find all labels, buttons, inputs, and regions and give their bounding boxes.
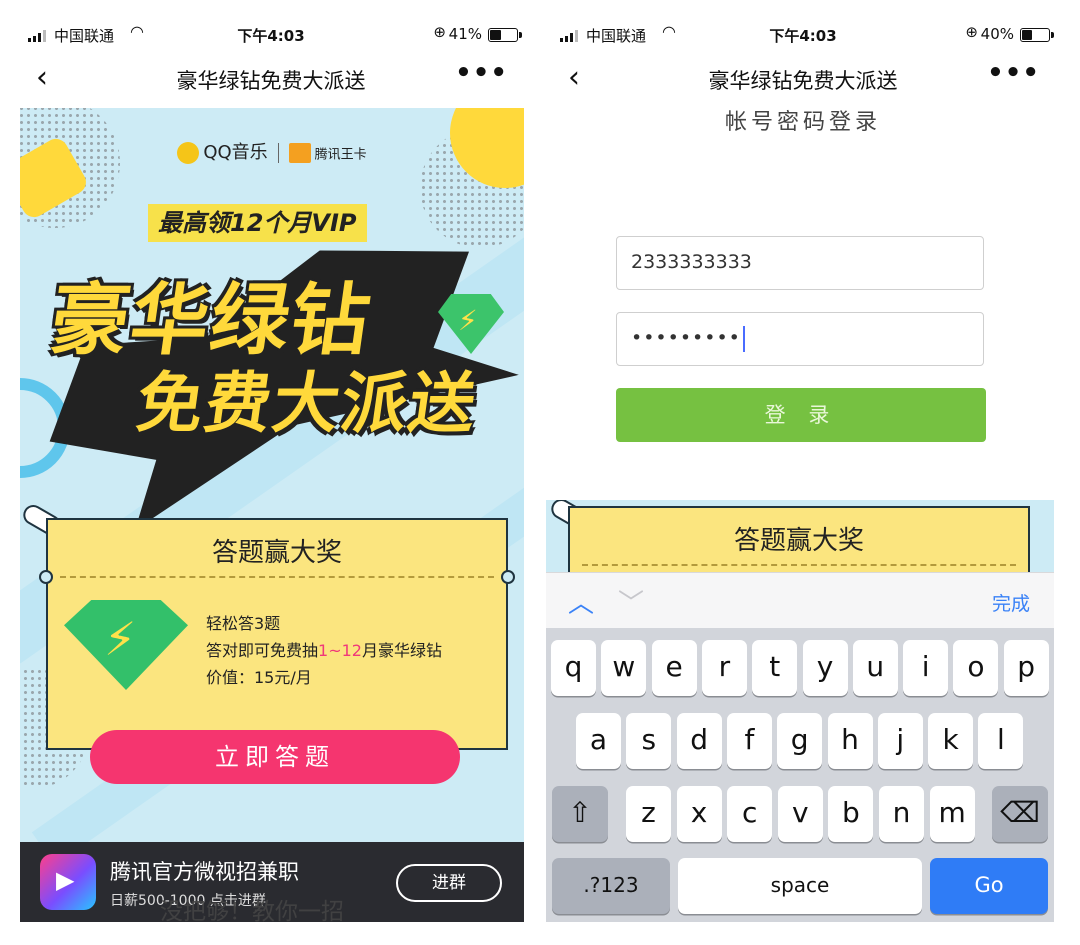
login-header: 帐号密码登录 xyxy=(724,110,881,135)
login-button[interactable]: 登 录 xyxy=(616,388,986,442)
key-g[interactable]: g xyxy=(777,713,823,769)
start-quiz-button[interactable]: 立即答题 xyxy=(90,730,460,784)
quiz-line-2: 答对即可免费抽1~12月豪华绿钻 xyxy=(206,641,442,660)
quiz-card: 答题赢大奖 xyxy=(568,506,1030,572)
key-j[interactable]: j xyxy=(877,713,923,769)
key-e[interactable]: e xyxy=(651,640,697,696)
quiz-card-body: 轻松答3题 答对即可免费抽1~12月豪华绿钻 价值：15元/月 xyxy=(206,610,442,691)
brand-qq-music: QQ音乐 xyxy=(203,142,268,163)
battery-icon xyxy=(1020,28,1054,42)
big-title-line2: 免费大派送 xyxy=(131,365,483,442)
key-l[interactable]: l xyxy=(978,713,1024,769)
quiz-card-title: 答题赢大奖 xyxy=(733,526,864,556)
key-y[interactable]: y xyxy=(802,640,848,696)
nav-bar: ‹ 豪华绿钻免费大派送 ••• xyxy=(546,56,1060,100)
quiz-card-title: 答题赢大奖 xyxy=(211,538,342,568)
battery-percent: 41% xyxy=(448,25,482,43)
left-phone-screen: 中国联通 ◠ 下午4:03 ⊕ 41% ‹ 豪华绿钻免费大派送 ••• QQ音乐… xyxy=(14,0,528,945)
status-bar: 中国联通 ◠ 下午4:03 ⊕ 41% xyxy=(14,22,528,48)
password-input[interactable]: ••••••••• xyxy=(616,312,984,366)
space-key[interactable]: space xyxy=(678,858,922,914)
more-dots-icon[interactable]: ••• xyxy=(455,58,508,88)
key-c[interactable]: c xyxy=(727,786,773,842)
quiz-line-3: 价值：15元/月 xyxy=(206,668,312,687)
brand-bar: QQ音乐 腾讯王卡 xyxy=(20,138,524,164)
shift-key-icon[interactable]: ⇧ xyxy=(552,786,608,842)
account-input[interactable]: 2333333333 xyxy=(616,236,984,290)
key-d[interactable]: d xyxy=(676,713,722,769)
ad-title: 腾讯官方微视招兼职 xyxy=(110,860,299,884)
go-key[interactable]: Go xyxy=(930,858,1048,914)
overlay-caption: 没把够！教你一招 xyxy=(160,899,344,925)
key-h[interactable]: h xyxy=(827,713,873,769)
promo-poster-peek: 答题赢大奖 xyxy=(546,500,1054,572)
weishi-logo-icon xyxy=(40,854,96,910)
key-u[interactable]: u xyxy=(852,640,898,696)
rotation-lock-icon: ⊕ xyxy=(433,23,446,41)
key-k[interactable]: k xyxy=(928,713,974,769)
ios-keyboard: qwertyuiop asdfghjkl ⇧ zxcvbnm ⌫ .?123 s… xyxy=(546,628,1054,922)
page-title: 豪华绿钻免费大派送 xyxy=(176,69,366,93)
quiz-card: 答题赢大奖 轻松答3题 答对即可免费抽1~12月豪华绿钻 价值：15元/月 xyxy=(39,518,515,750)
page-title: 豪华绿钻免费大派送 xyxy=(708,69,898,93)
numbers-key[interactable]: .?123 xyxy=(552,858,670,914)
promo-poster: QQ音乐腾讯王卡 最高领12个月VIP 豪华绿钻 免费大派送 答题赢大奖 轻松答… xyxy=(20,108,524,842)
status-bar: 中国联通 ◠ 下午4:03 ⊕ 40% xyxy=(546,22,1060,48)
keyboard-toolbar: ︿ ﹀ 完成 xyxy=(546,572,1054,628)
key-t[interactable]: t xyxy=(752,640,798,696)
key-n[interactable]: n xyxy=(879,786,924,842)
right-phone-screen: 中国联通 ◠ 下午4:03 ⊕ 40% ‹ 豪华绿钻免费大派送 ••• 帐号密码… xyxy=(546,0,1060,945)
more-dots-icon[interactable]: ••• xyxy=(987,58,1040,88)
key-i[interactable]: i xyxy=(903,640,949,696)
vip-headline: 最高领12个月VIP xyxy=(148,204,367,242)
battery-percent: 40% xyxy=(980,25,1014,43)
key-r[interactable]: r xyxy=(701,640,747,696)
backspace-key-icon[interactable]: ⌫ xyxy=(992,786,1048,842)
key-p[interactable]: p xyxy=(1003,640,1049,696)
key-f[interactable]: f xyxy=(726,713,772,769)
green-diamond-icon xyxy=(64,600,188,690)
battery-icon xyxy=(488,28,522,42)
key-m[interactable]: m xyxy=(929,786,975,842)
key-z[interactable]: z xyxy=(626,786,671,842)
key-w[interactable]: w xyxy=(601,640,647,696)
key-s[interactable]: s xyxy=(626,713,672,769)
rotation-lock-icon: ⊕ xyxy=(965,23,978,41)
text-caret xyxy=(742,325,745,352)
brand-tencent-card: 腾讯王卡 xyxy=(314,147,367,163)
key-a[interactable]: a xyxy=(576,713,621,769)
key-q[interactable]: q xyxy=(551,640,596,696)
nav-bar: ‹ 豪华绿钻免费大派送 ••• xyxy=(14,56,528,100)
key-b[interactable]: b xyxy=(828,786,874,842)
key-v[interactable]: v xyxy=(777,786,823,842)
chevron-up-icon[interactable]: ︿ xyxy=(568,583,594,620)
qq-music-logo-icon xyxy=(177,142,200,164)
done-button[interactable]: 完成 xyxy=(992,589,1030,616)
key-o[interactable]: o xyxy=(953,640,999,696)
chevron-down-icon[interactable]: ﹀ xyxy=(618,583,644,620)
join-group-button[interactable]: 进群 xyxy=(396,864,502,902)
key-x[interactable]: x xyxy=(676,786,722,842)
quiz-line-1: 轻松答3题 xyxy=(206,614,281,633)
wangka-logo-icon xyxy=(288,143,311,163)
